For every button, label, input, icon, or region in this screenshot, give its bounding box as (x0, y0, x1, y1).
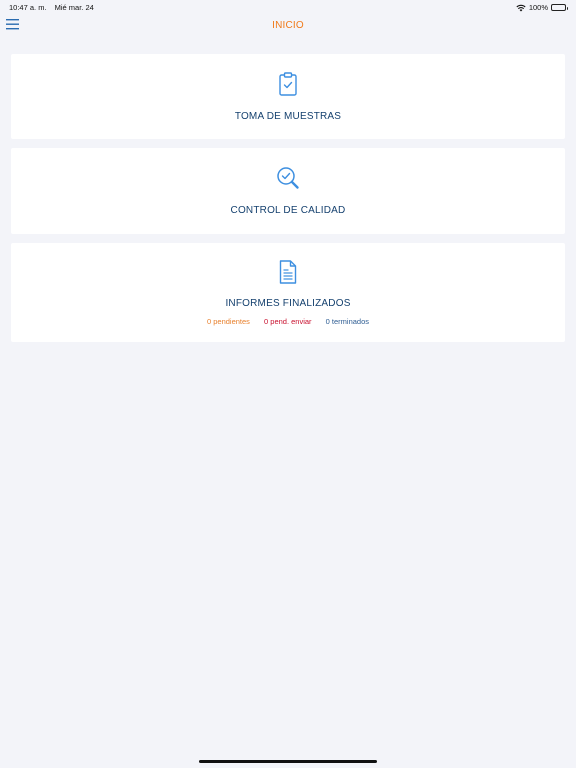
card-control-de-calidad[interactable]: CONTROL DE CALIDAD (11, 148, 565, 234)
home-indicator (199, 760, 377, 763)
status-left: 10:47 a. m. Mié mar. 24 (9, 3, 94, 12)
wifi-icon (516, 4, 526, 11)
card-toma-de-muestras[interactable]: TOMA DE MUESTRAS (11, 54, 565, 139)
card-title: TOMA DE MUESTRAS (234, 111, 342, 122)
status-right: 100% (516, 3, 568, 12)
magnifier-check-icon (277, 167, 299, 189)
nav-bar: INICIO (0, 14, 576, 42)
document-icon (279, 260, 297, 284)
battery-percent: 100% (528, 3, 548, 12)
stat-finished[interactable]: 0 terminados (326, 317, 369, 326)
status-bar: 10:47 a. m. Mié mar. 24 100% (0, 0, 576, 14)
stat-pending[interactable]: 0 pendientes (207, 317, 250, 326)
status-time: 10:47 a. m. (9, 3, 47, 12)
card-title: INFORMES FINALIZADOS (225, 298, 351, 309)
battery-icon (551, 4, 568, 11)
report-stats: 0 pendientes 0 pend. enviar 0 terminados (11, 317, 565, 326)
stat-pending-send[interactable]: 0 pend. enviar (264, 317, 312, 326)
card-informes-finalizados[interactable]: INFORMES FINALIZADOS 0 pendientes 0 pend… (11, 243, 565, 342)
page-title: INICIO (272, 20, 304, 31)
status-date: Mié mar. 24 (54, 3, 94, 12)
clipboard-check-icon (279, 72, 297, 96)
card-title: CONTROL DE CALIDAD (230, 205, 346, 216)
